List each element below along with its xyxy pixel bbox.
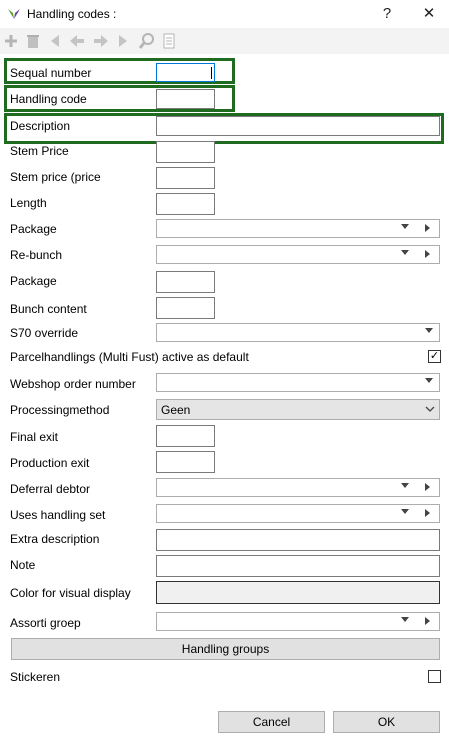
add-icon[interactable]	[2, 32, 20, 50]
app-logo-icon	[8, 9, 20, 19]
chevron-down-icon[interactable]	[401, 224, 409, 229]
sequal-number-input[interactable]	[156, 63, 215, 82]
re-bunch-label: Re-bunch	[10, 248, 63, 262]
handling-code-label: Handling code	[10, 92, 87, 106]
chevron-right-icon[interactable]	[425, 617, 430, 625]
note-label: Note	[10, 558, 36, 572]
final-exit-input[interactable]	[156, 425, 215, 447]
search-icon[interactable]	[138, 32, 156, 50]
package-label: Package	[10, 222, 57, 236]
uses-handling-set-combo[interactable]	[156, 504, 440, 523]
stem-price-price-label: Stem price (price	[10, 170, 101, 184]
stem-price-price-input[interactable]	[156, 167, 215, 189]
stickeren-label: Stickeren	[10, 670, 61, 684]
s70-override-label: S70 override	[10, 326, 79, 340]
chevron-down-icon[interactable]	[401, 250, 409, 255]
chevron-down-icon[interactable]	[425, 406, 435, 413]
delete-icon[interactable]	[24, 32, 42, 50]
length-label: Length	[10, 196, 47, 210]
final-exit-label: Final exit	[10, 430, 59, 444]
assorti-groep-label: Assorti groep	[10, 616, 81, 630]
sequal-number-label: Sequal number	[10, 66, 92, 80]
description-label: Description	[10, 119, 71, 133]
first-icon[interactable]	[46, 32, 64, 50]
webshop-order-number-combo[interactable]	[156, 373, 440, 392]
processingmethod-select[interactable]: Geen	[156, 399, 440, 420]
next-icon[interactable]	[92, 32, 110, 50]
chevron-down-icon[interactable]	[425, 328, 433, 333]
processingmethod-label: Processingmethod	[10, 403, 110, 417]
color-visual-picker[interactable]	[156, 581, 440, 604]
chevron-down-icon[interactable]	[401, 483, 409, 488]
deferral-debtor-combo[interactable]	[156, 478, 440, 497]
stem-price-input[interactable]	[156, 141, 215, 163]
color-visual-label: Color for visual display	[10, 586, 131, 600]
chevron-right-icon[interactable]	[425, 250, 430, 258]
stem-price-label: Stem Price	[10, 144, 69, 158]
uses-handling-set-label: Uses handling set	[10, 508, 106, 522]
document-icon[interactable]	[160, 32, 178, 50]
ok-button[interactable]: OK	[333, 711, 440, 733]
production-exit-label: Production exit	[10, 456, 90, 470]
handling-code-input[interactable]	[156, 89, 215, 109]
package-2-input[interactable]	[156, 271, 215, 293]
close-button[interactable]: ✕	[418, 3, 440, 25]
text-cursor	[211, 67, 212, 79]
re-bunch-combo[interactable]	[156, 245, 440, 264]
bunch-content-label: Bunch content	[10, 302, 87, 316]
package-combo[interactable]	[156, 219, 440, 238]
processingmethod-value: Geen	[161, 403, 191, 417]
assorti-groep-combo[interactable]	[156, 612, 440, 631]
deferral-debtor-label: Deferral debtor	[10, 482, 91, 496]
handling-groups-button[interactable]: Handling groups	[11, 638, 440, 660]
webshop-order-number-label: Webshop order number	[10, 377, 136, 391]
bunch-content-input[interactable]	[156, 297, 215, 319]
last-icon[interactable]	[114, 32, 132, 50]
parcelhandlings-label: Parcelhandlings (Multi Fust) active as d…	[10, 350, 249, 364]
s70-override-combo[interactable]	[156, 323, 440, 342]
production-exit-input[interactable]	[156, 451, 215, 473]
package-2-label: Package	[10, 274, 57, 288]
description-input[interactable]	[156, 116, 440, 136]
stickeren-checkbox[interactable]	[428, 670, 441, 683]
extra-description-label: Extra description	[10, 532, 100, 546]
chevron-right-icon[interactable]	[425, 483, 430, 491]
chevron-right-icon[interactable]	[425, 509, 430, 517]
window-title: Handling codes :	[27, 7, 117, 21]
cancel-button[interactable]: Cancel	[218, 711, 325, 733]
previous-icon[interactable]	[68, 32, 86, 50]
chevron-right-icon[interactable]	[425, 224, 430, 232]
chevron-down-icon[interactable]	[401, 617, 409, 622]
note-input[interactable]	[156, 555, 440, 577]
chevron-down-icon[interactable]	[401, 509, 409, 514]
extra-description-input[interactable]	[156, 529, 440, 551]
parcelhandlings-checkbox[interactable]: ✓	[428, 350, 441, 363]
chevron-down-icon[interactable]	[425, 378, 433, 383]
length-input[interactable]	[156, 193, 215, 215]
help-button[interactable]: ?	[376, 3, 398, 25]
